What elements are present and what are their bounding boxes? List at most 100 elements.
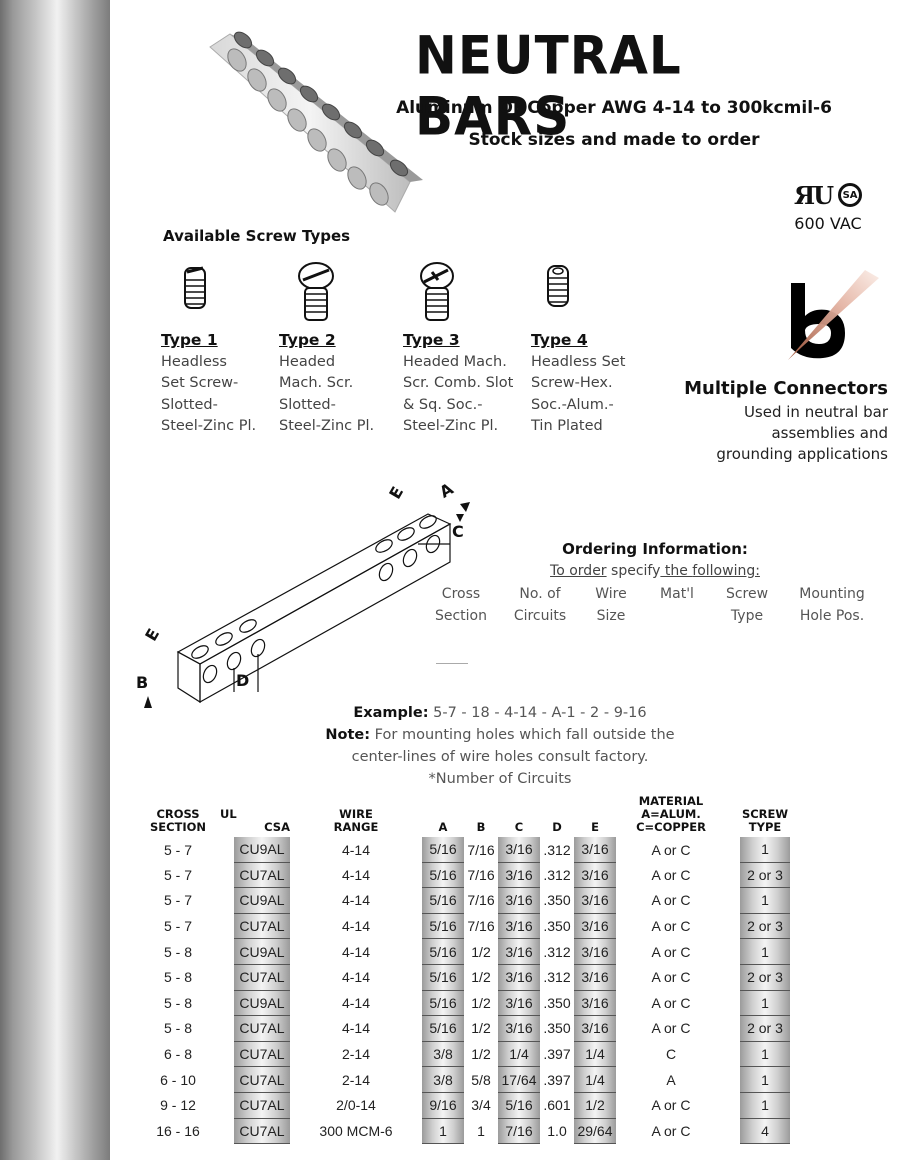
th-d: D xyxy=(552,820,562,834)
specifications-table: CROSS SECTION UL CSA WIRE RANGE A B C D E … xyxy=(142,795,790,1145)
dim-label-a: A xyxy=(436,479,457,502)
cell-screw: 2 or 3 xyxy=(740,1015,790,1042)
table-row: 5 - 8 CU9AL 4-14 5/16 1/2 3/16.312 3/16 A or C 1 xyxy=(142,938,790,965)
hex-socket-set-screw-icon xyxy=(545,262,571,312)
table-row: 5 - 8 CU9AL 4-14 5/16 1/2 3/16.350 3/16 A or C 1 xyxy=(142,990,790,1017)
screw-type-2: Type 2 Headed Mach. Scr. Slotted- Steel-… xyxy=(279,331,375,434)
order-col-mounting-hole: Mounting Hole Pos. xyxy=(799,586,865,624)
cell-cross: 5 - 7 xyxy=(163,918,192,935)
th-b: B xyxy=(476,820,486,834)
cell-screw: 1 xyxy=(740,1041,790,1068)
cell-b: 7/16 xyxy=(467,918,495,935)
cell-c: 3/16 xyxy=(498,913,540,940)
dim-label-c: C xyxy=(452,522,464,541)
cell-d: .350 xyxy=(543,994,571,1011)
cell-wire: 4-14 xyxy=(341,892,371,909)
th-c: C xyxy=(514,820,524,834)
cell-c: 3/16 xyxy=(498,964,540,991)
cell-d: .312 xyxy=(543,841,571,858)
cell-cross: 5 - 7 xyxy=(163,866,192,883)
cell-screw: 2 or 3 xyxy=(740,862,790,889)
cell-wire: 4-14 xyxy=(341,841,371,858)
ordering-instruction: To order specify the following: xyxy=(550,563,760,579)
cell-e: 29/64 xyxy=(574,1118,616,1145)
cell-a: 5/16 xyxy=(422,887,464,914)
cell-ulcsa: CU7AL xyxy=(234,913,290,940)
th-ul-csa: UL CSA xyxy=(220,807,290,834)
example-block: Example: 5-7 - 18 - 4-14 - A-1 - 2 - 9-1… xyxy=(325,705,675,787)
table-row: 5 - 7 CU7AL 4-14 5/16 7/16 3/16.350 3/16 A or C… xyxy=(142,913,790,940)
cell-c: 5/16 xyxy=(498,1092,540,1119)
cell-b: 3/4 xyxy=(471,1097,491,1114)
cell-e: 1/4 xyxy=(574,1066,616,1093)
th-screw-type: SCREW TYPE xyxy=(741,807,789,834)
cell-mat: A or C xyxy=(651,994,691,1011)
cell-d: .350 xyxy=(543,918,571,935)
cell-b: 1 xyxy=(477,1122,485,1139)
th-wire-range: WIRE RANGE xyxy=(333,807,379,834)
cell-ulcsa: CU7AL xyxy=(234,1041,290,1068)
cell-mat: A or C xyxy=(651,943,691,960)
cell-wire: 2/0-14 xyxy=(336,1097,376,1114)
cell-cross: 5 - 7 xyxy=(163,841,192,858)
cell-mat: A or C xyxy=(651,918,691,935)
cell-wire: 2-14 xyxy=(341,1046,371,1063)
decorative-metal-rail xyxy=(0,0,110,1160)
cell-b: 5/8 xyxy=(471,1071,491,1088)
cell-a: 3/8 xyxy=(422,1066,464,1093)
cell-screw: 1 xyxy=(740,938,790,965)
cell-c: 3/16 xyxy=(498,837,540,863)
table-row: 5 - 8 CU7AL 4-14 5/16 1/2 3/16.312 3/16 A or C 2… xyxy=(142,964,790,991)
company-logo-icon xyxy=(788,270,879,360)
dim-label-e-left: E xyxy=(141,625,163,644)
cell-b: 1/2 xyxy=(471,994,491,1011)
cell-b: 7/16 xyxy=(467,866,495,883)
subtitle-wire-range: Aluminum Or Copper AWG 4-14 to 300kcmil-… xyxy=(396,98,832,118)
cell-d: .350 xyxy=(543,1020,571,1037)
table-row: 9 - 12 CU7AL 2/0-14 9/16 3/4 5/16.601 1/2 A or … xyxy=(142,1092,790,1119)
cell-a: 5/16 xyxy=(422,913,464,940)
cell-screw: 1 xyxy=(740,1092,790,1119)
voltage-rating: 600 VAC xyxy=(794,214,862,233)
order-col-screw-type: Screw Type xyxy=(725,586,769,624)
cell-e: 1/2 xyxy=(574,1092,616,1119)
cell-screw: 1 xyxy=(740,990,790,1017)
cell-e: 3/16 xyxy=(574,990,616,1017)
cell-cross: 5 - 8 xyxy=(163,969,192,986)
screw-type-4: Type 4 Headless Set Screw-Hex. Soc.-Alum… xyxy=(531,331,626,434)
multiple-connectors-description: Used in neutral bar assemblies and groun… xyxy=(716,403,888,463)
cell-a: 5/16 xyxy=(422,990,464,1017)
cell-wire: 300 MCM-6 xyxy=(319,1122,393,1139)
headless-set-screw-icon xyxy=(182,262,208,312)
cell-mat: A or C xyxy=(651,969,691,986)
table-row: 6 - 10 CU7AL 2-14 3/8 5/8 17/64.397 1/4 A 1 xyxy=(142,1066,790,1093)
table-row: 16 - 16 CU7AL 300 MCM-6 1 1 7/16 1.0 29/64 A or … xyxy=(142,1118,790,1145)
cell-wire: 4-14 xyxy=(341,943,371,960)
cell-wire: 4-14 xyxy=(341,994,371,1011)
cell-b: 7/16 xyxy=(467,892,495,909)
cell-ulcsa: CU7AL xyxy=(234,1092,290,1119)
cell-c: 3/16 xyxy=(498,938,540,965)
cell-a: 5/16 xyxy=(422,837,464,863)
cell-cross: 5 - 8 xyxy=(163,1020,192,1037)
combo-slot-screw-icon xyxy=(418,262,456,322)
cell-c: 17/64 xyxy=(498,1066,540,1093)
cell-mat: A or C xyxy=(651,841,691,858)
table-row: 5 - 7 CU9AL 4-14 5/16 7/16 3/16.350 3/16 A or C… xyxy=(142,887,790,914)
cell-mat: A or C xyxy=(651,1020,691,1037)
cell-b: 1/2 xyxy=(471,943,491,960)
th-cross-section: CROSS SECTION xyxy=(149,807,207,834)
cell-cross: 5 - 8 xyxy=(163,994,192,1011)
table-row: 5 - 7 CU7AL 4-14 5/16 7/16 3/16.312 3/16 A or C… xyxy=(142,862,790,889)
cell-c: 3/16 xyxy=(498,862,540,889)
cell-d: .397 xyxy=(543,1071,571,1088)
cell-wire: 4-14 xyxy=(341,1020,371,1037)
cell-wire: 4-14 xyxy=(341,866,371,883)
cell-a: 5/16 xyxy=(422,862,464,889)
certifications: ЯU SA 600 VAC xyxy=(782,180,874,233)
table-row: 5 - 8 CU7AL 4-14 5/16 1/2 3/16.350 3/16 A or C 2… xyxy=(142,1015,790,1042)
cell-screw: 2 or 3 xyxy=(740,964,790,991)
order-col-wire-size: Wire Size xyxy=(595,586,627,624)
cell-a: 1 xyxy=(422,1118,464,1145)
cell-mat: A or C xyxy=(651,866,691,883)
